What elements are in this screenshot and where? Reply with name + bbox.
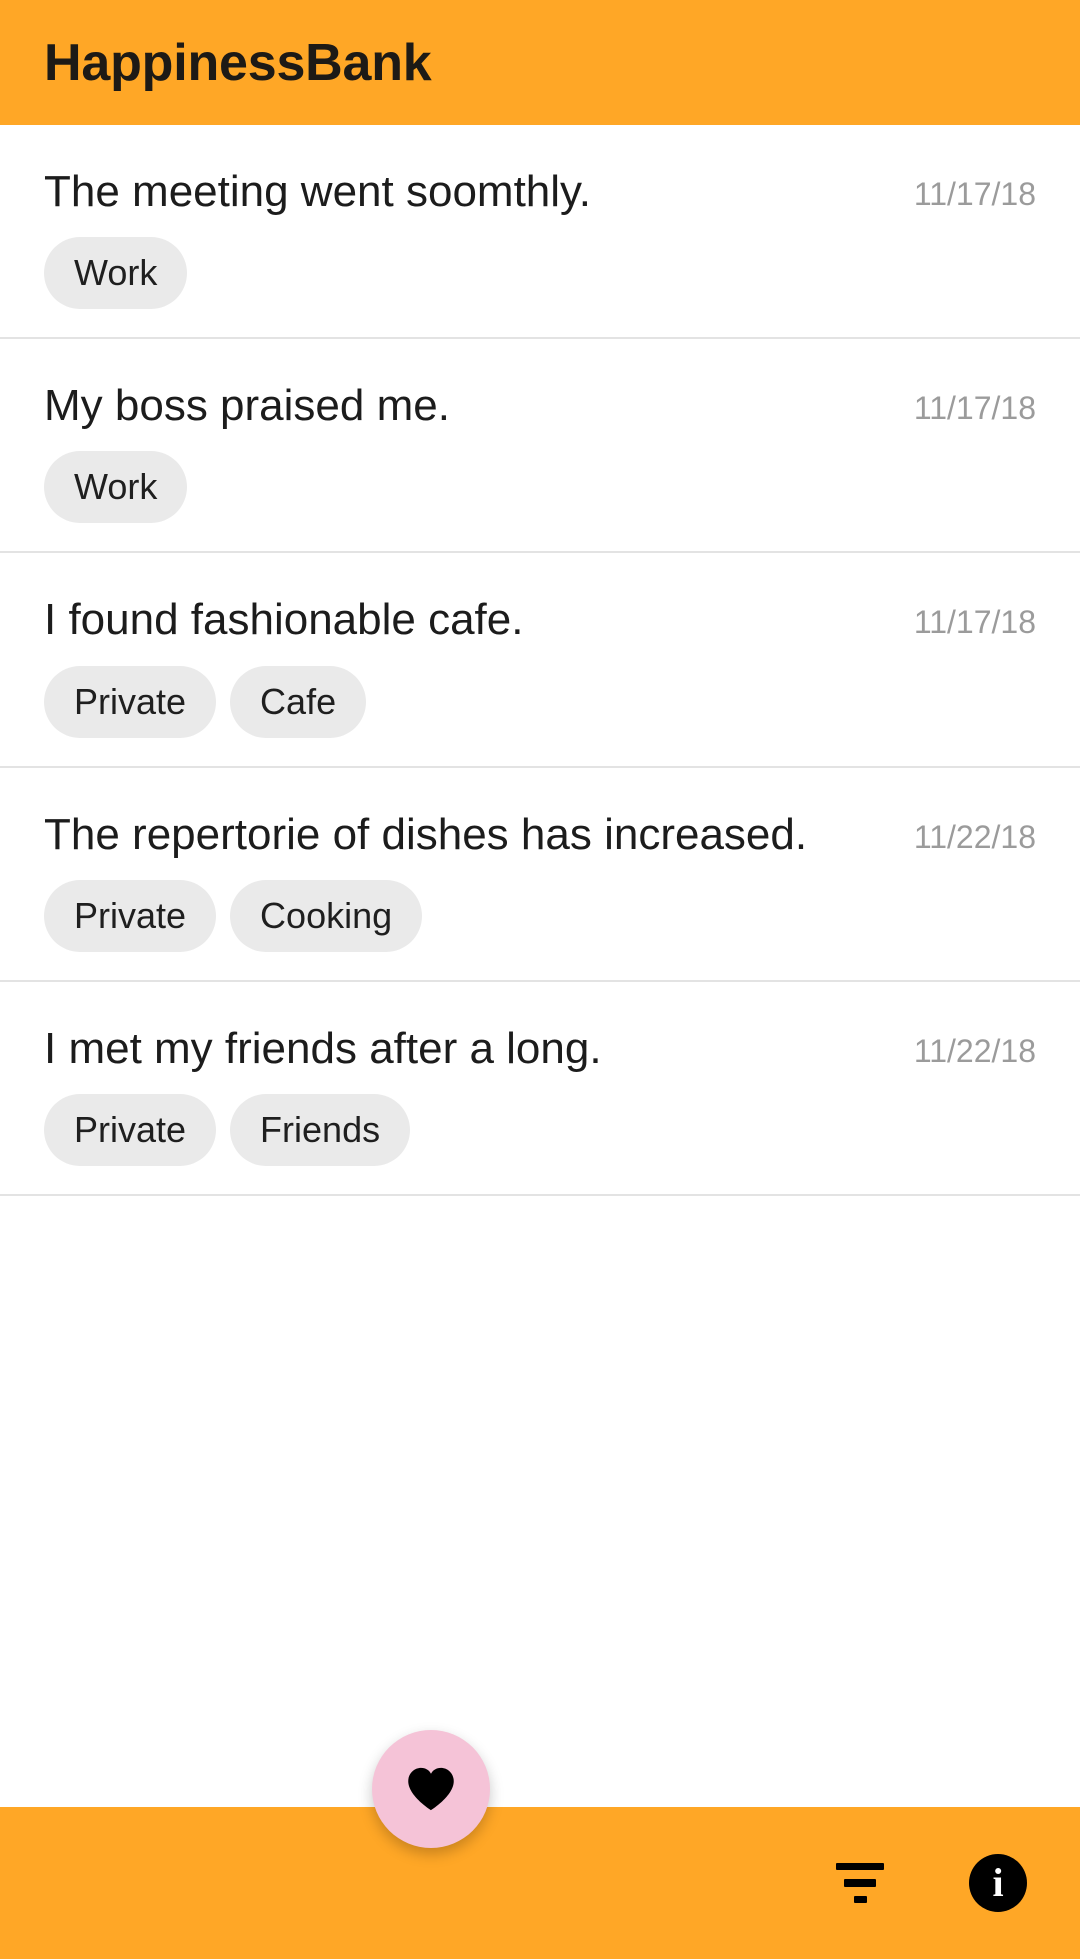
app-root: HappinessBank The meeting went soomthly.…	[0, 0, 1080, 1959]
tag-row: Private Friends	[44, 1093, 1036, 1166]
entry-title: My boss praised me.	[44, 381, 450, 431]
tag-chip[interactable]: Work	[44, 451, 188, 524]
bottom-bar-actions: i	[824, 1807, 1034, 1959]
info-button[interactable]: i	[962, 1847, 1034, 1919]
list-item[interactable]: My boss praised me. 11/17/18 Work	[0, 339, 1080, 554]
tag-chip[interactable]: Cafe	[230, 665, 367, 738]
tag-row: Private Cooking	[44, 879, 1036, 952]
filter-button[interactable]	[824, 1847, 896, 1919]
entry-header: I found fashionable cafe. 11/17/18	[44, 597, 1036, 643]
entry-list: The meeting went soomthly. 11/17/18 Work…	[0, 125, 1080, 1196]
tag-row: Work	[44, 237, 1036, 310]
add-happiness-fab[interactable]	[372, 1730, 490, 1848]
tag-chip[interactable]: Cooking	[230, 879, 423, 952]
entry-date: 11/22/18	[913, 1032, 1036, 1069]
tag-chip[interactable]: Private	[44, 1093, 217, 1166]
tag-chip[interactable]: Work	[44, 237, 188, 310]
entry-header: My boss praised me. 11/17/18	[44, 381, 1036, 431]
entry-title: I found fashionable cafe.	[44, 595, 524, 645]
list-item[interactable]: I found fashionable cafe. 11/17/18 Priva…	[0, 553, 1080, 768]
list-item[interactable]: The meeting went soomthly. 11/17/18 Work	[0, 125, 1080, 340]
heart-icon	[408, 1767, 454, 1811]
tag-chip[interactable]: Private	[44, 879, 217, 952]
entry-date: 11/17/18	[913, 176, 1036, 212]
entry-date: 11/17/18	[913, 604, 1036, 641]
entry-title: I met my friends after a long.	[44, 1023, 602, 1073]
app-title: HappinessBank	[44, 33, 432, 92]
info-icon: i	[969, 1854, 1027, 1912]
entry-header: I met my friends after a long. 11/22/18	[44, 1023, 1036, 1073]
tag-chip[interactable]: Friends	[230, 1093, 411, 1166]
entry-header: The repertorie of dishes has increased. …	[44, 809, 1036, 859]
entry-title: The meeting went soomthly.	[44, 167, 591, 216]
tag-chip[interactable]: Private	[44, 665, 217, 738]
entry-title: The repertorie of dishes has increased.	[44, 809, 808, 859]
list-item[interactable]: I met my friends after a long. 11/22/18 …	[0, 981, 1080, 1196]
filter-icon	[835, 1863, 885, 1903]
entry-header: The meeting went soomthly. 11/17/18	[44, 167, 1036, 216]
app-header: HappinessBank	[0, 0, 1080, 125]
entry-date: 11/22/18	[913, 818, 1036, 855]
entry-date: 11/17/18	[913, 390, 1036, 427]
bottom-app-bar: i	[0, 1807, 1080, 1959]
list-item[interactable]: The repertorie of dishes has increased. …	[0, 767, 1080, 982]
tag-row: Private Cafe	[44, 665, 1036, 738]
tag-row: Work	[44, 451, 1036, 524]
